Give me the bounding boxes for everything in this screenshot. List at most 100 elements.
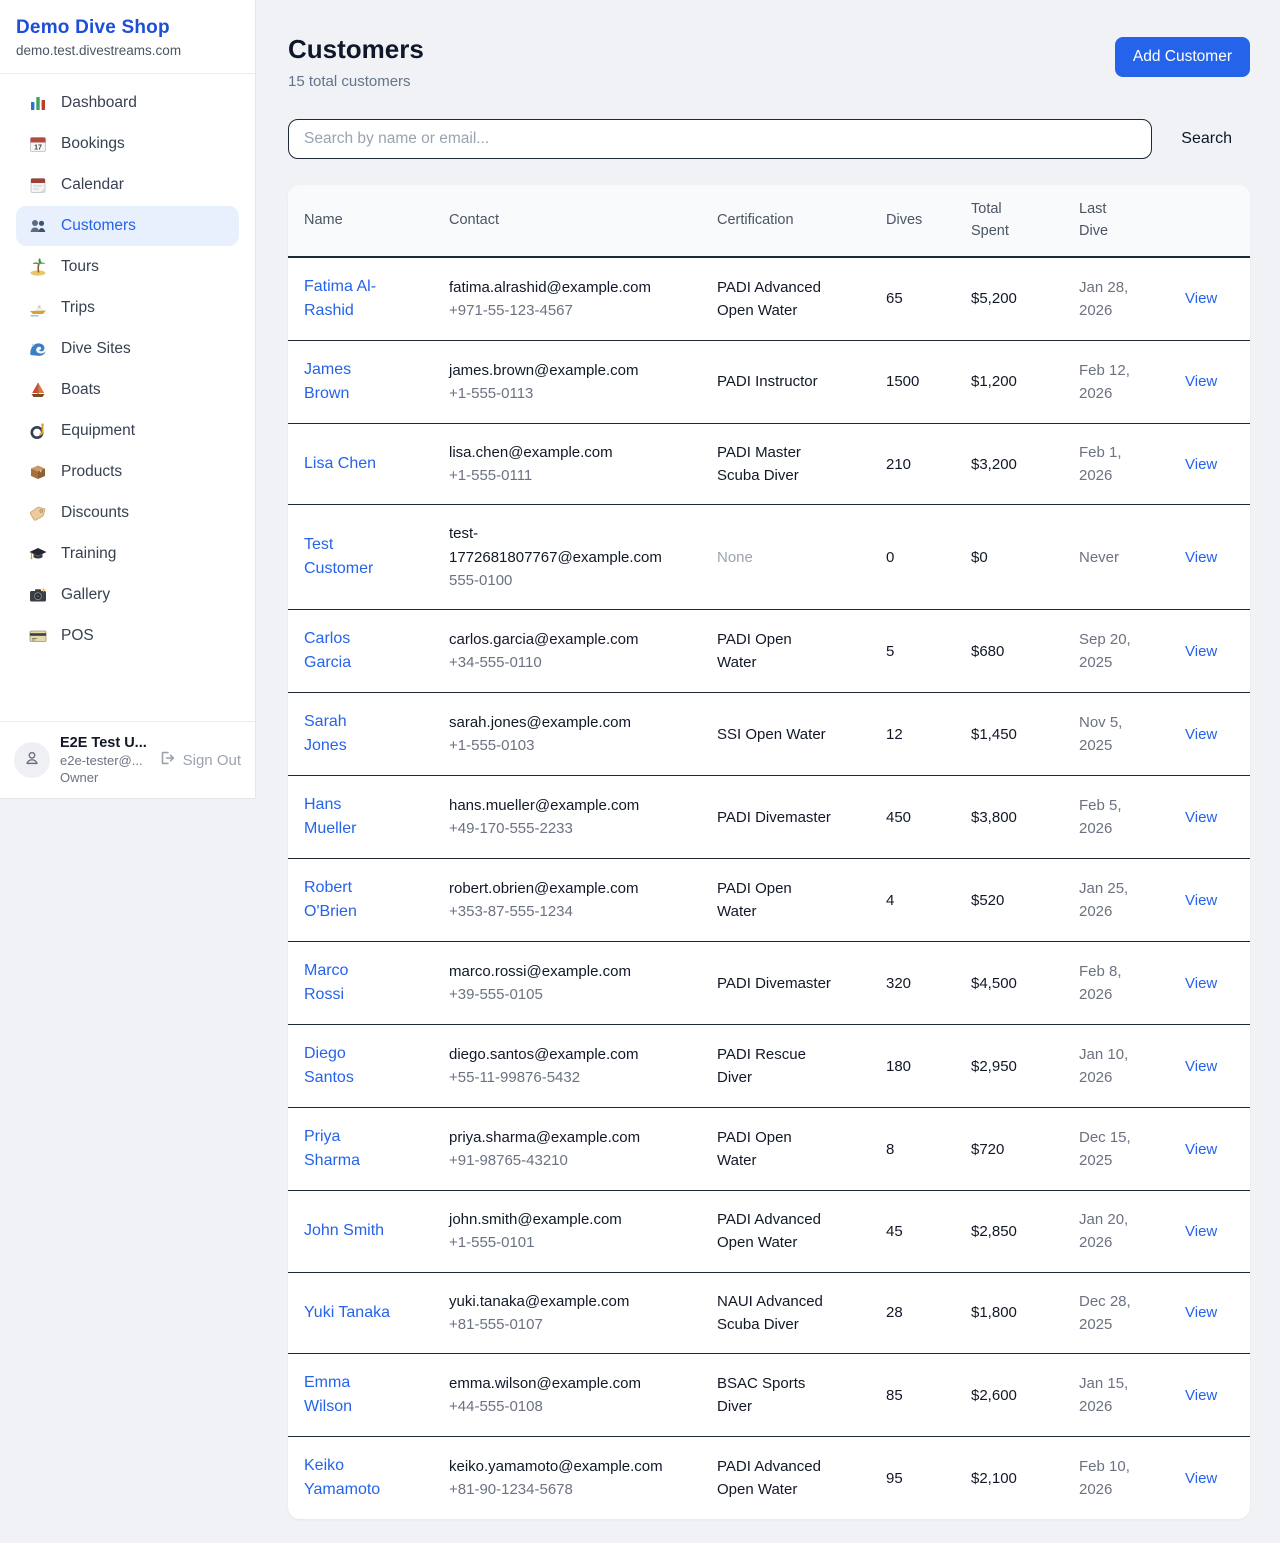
view-link[interactable]: View [1185, 809, 1217, 826]
view-link[interactable]: View [1185, 643, 1217, 660]
sidebar-item-training[interactable]: Training [16, 534, 239, 574]
customer-name-link[interactable]: Keiko Yamamoto [304, 1454, 392, 1502]
customer-actions-cell: View [1169, 340, 1250, 423]
customer-name-link[interactable]: Carlos Garcia [304, 627, 392, 675]
customer-name-link[interactable]: Yuki Tanaka [304, 1301, 390, 1325]
customer-name-link[interactable]: Test Customer [304, 533, 392, 581]
sidebar-item-label: Gallery [61, 586, 110, 604]
customer-dives: 85 [886, 1387, 903, 1404]
customer-name-link[interactable]: John Smith [304, 1219, 384, 1243]
search-input[interactable] [288, 119, 1152, 159]
user-section: E2E Test U... e2e-tester@... Owner Sign … [0, 721, 255, 798]
customer-last-dive: Feb 10, 2026 [1079, 1455, 1153, 1502]
customer-contact-cell: yuki.tanaka@example.com+81-555-0107 [433, 1272, 701, 1354]
sidebar-item-trips[interactable]: Trips [16, 288, 239, 328]
customer-dives-cell: 45 [870, 1191, 955, 1273]
customer-name-link[interactable]: Emma Wilson [304, 1371, 392, 1419]
customer-total-spent-cell: $1,800 [955, 1272, 1063, 1354]
customer-phone: +971-55-123-4567 [449, 299, 685, 322]
customer-name-link[interactable]: Robert O'Brien [304, 876, 392, 924]
customer-contact-cell: keiko.yamamoto@example.com+81-90-1234-56… [433, 1437, 701, 1520]
customer-total-spent-cell: $520 [955, 859, 1063, 942]
customer-total-spent: $3,200 [971, 456, 1017, 473]
customer-name-link[interactable]: Marco Rossi [304, 959, 392, 1007]
sidebar-item-equipment[interactable]: Equipment [16, 411, 239, 451]
column-header-actions [1169, 185, 1250, 257]
sidebar-item-products[interactable]: Products [16, 452, 239, 492]
view-link[interactable]: View [1185, 975, 1217, 992]
customer-contact-cell: john.smith@example.com+1-555-0101 [433, 1191, 701, 1273]
view-link[interactable]: View [1185, 549, 1217, 566]
customer-contact-cell: robert.obrien@example.com+353-87-555-123… [433, 859, 701, 942]
sidebar-item-calendar[interactable]: Calendar [16, 165, 239, 205]
customer-name-link[interactable]: Fatima Al-Rashid [304, 275, 392, 323]
view-link[interactable]: View [1185, 1387, 1217, 1404]
customer-last-dive: Nov 5, 2025 [1079, 711, 1153, 758]
search-button[interactable]: Search [1179, 126, 1234, 152]
sidebar-item-gallery[interactable]: Gallery [16, 575, 239, 615]
brand-name[interactable]: Demo Dive Shop [16, 17, 239, 39]
view-link[interactable]: View [1185, 1304, 1217, 1321]
sidebar-item-boats[interactable]: Boats [16, 370, 239, 410]
sidebar-item-dive-sites[interactable]: Dive Sites [16, 329, 239, 369]
customer-dives: 1500 [886, 373, 919, 390]
view-link[interactable]: View [1185, 1141, 1217, 1158]
view-link[interactable]: View [1185, 456, 1217, 473]
sidebar: Demo Dive Shop demo.test.divestreams.com… [0, 0, 256, 799]
customer-email: fatima.alrashid@example.com [449, 276, 659, 299]
customer-name-link[interactable]: Hans Mueller [304, 793, 392, 841]
customer-email: diego.santos@example.com [449, 1043, 659, 1066]
customer-name-link[interactable]: Diego Santos [304, 1042, 392, 1090]
view-link[interactable]: View [1185, 1223, 1217, 1240]
sidebar-item-customers[interactable]: Customers [16, 206, 239, 246]
customer-dives-cell: 12 [870, 693, 955, 776]
sidebar-item-bookings[interactable]: 17Bookings [16, 124, 239, 164]
brand: Demo Dive Shop demo.test.divestreams.com [0, 0, 255, 74]
view-link[interactable]: View [1185, 1470, 1217, 1487]
add-customer-button[interactable]: Add Customer [1115, 37, 1250, 77]
customer-dives-cell: 85 [870, 1354, 955, 1437]
view-link[interactable]: View [1185, 290, 1217, 307]
customer-phone: +49-170-555-2233 [449, 817, 685, 840]
customer-name-link[interactable]: Priya Sharma [304, 1125, 392, 1173]
people-icon [28, 216, 48, 236]
customer-last-dive-cell: Jan 28, 2026 [1063, 257, 1169, 341]
customer-email: carlos.garcia@example.com [449, 628, 659, 651]
sign-out-button[interactable]: Sign Out [158, 749, 241, 771]
main-content: Customers 15 total customers Add Custome… [256, 0, 1280, 1543]
sidebar-item-discounts[interactable]: Discounts [16, 493, 239, 533]
customer-name-cell: John Smith [288, 1191, 433, 1273]
sidebar-item-label: Products [61, 463, 122, 481]
customer-actions-cell: View [1169, 257, 1250, 341]
customer-name-cell: Yuki Tanaka [288, 1272, 433, 1354]
table-row: Emma Wilsonemma.wilson@example.com+44-55… [288, 1354, 1250, 1437]
view-link[interactable]: View [1185, 1058, 1217, 1075]
sidebar-item-label: Training [61, 545, 116, 563]
customer-name-link[interactable]: Sarah Jones [304, 710, 392, 758]
customer-total-spent-cell: $1,200 [955, 340, 1063, 423]
view-link[interactable]: View [1185, 892, 1217, 909]
customer-contact-cell: diego.santos@example.com+55-11-99876-543… [433, 1025, 701, 1108]
customer-last-dive: Sep 20, 2025 [1079, 628, 1153, 675]
view-link[interactable]: View [1185, 373, 1217, 390]
customer-phone: +1-555-0113 [449, 382, 685, 405]
customer-name-link[interactable]: Lisa Chen [304, 452, 376, 476]
customer-last-dive: Jan 20, 2026 [1079, 1208, 1153, 1255]
customer-last-dive-cell: Feb 1, 2026 [1063, 423, 1169, 505]
customer-certification-cell: PADI Rescue Diver [701, 1025, 870, 1108]
tag-icon [28, 503, 48, 523]
sidebar-item-tours[interactable]: Tours [16, 247, 239, 287]
customer-total-spent: $2,950 [971, 1058, 1017, 1075]
sidebar-item-dashboard[interactable]: Dashboard [16, 83, 239, 123]
customer-dives: 95 [886, 1470, 903, 1487]
customer-name-link[interactable]: James Brown [304, 358, 392, 406]
sidebar-item-pos[interactable]: POS [16, 616, 239, 656]
customer-certification: PADI Open Water [717, 1126, 835, 1173]
customer-total-spent-cell: $2,850 [955, 1191, 1063, 1273]
customer-email: john.smith@example.com [449, 1208, 659, 1231]
customer-dives-cell: 1500 [870, 340, 955, 423]
customer-last-dive: Dec 15, 2025 [1079, 1126, 1153, 1173]
bar-chart-icon [28, 93, 48, 113]
customer-certification: PADI Advanced Open Water [717, 276, 835, 323]
view-link[interactable]: View [1185, 726, 1217, 743]
